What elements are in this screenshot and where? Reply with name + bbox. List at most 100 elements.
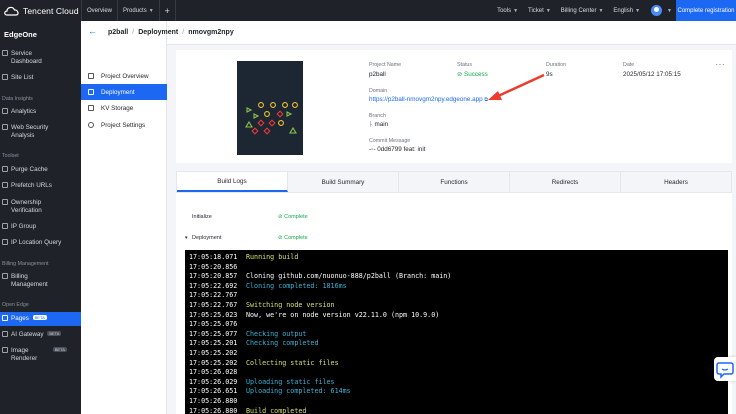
prefetch-icon [2, 182, 8, 188]
nav-tools[interactable]: Tools ▼ [492, 0, 523, 21]
sidebar-item-ai-gateway[interactable]: AI Gateway BETA [0, 331, 81, 339]
subnav-project-settings[interactable]: Project Settings [81, 117, 167, 133]
sidebar-item-web-security[interactable]: Web Security Analysis [0, 124, 81, 139]
check-circle-icon: ⊘ [278, 214, 283, 220]
pages-icon [2, 315, 8, 321]
log-message: Collecting static files [246, 358, 339, 367]
deployment-icon [88, 89, 94, 95]
log-message: Uploading static files [246, 377, 335, 386]
avatar[interactable] [651, 5, 663, 16]
log-line: 17:05:26.028 [189, 368, 237, 377]
log-timestamp: 17:05:20.857 [189, 272, 238, 281]
beta-badge: BETA [47, 331, 62, 336]
tab-headers[interactable]: Headers [621, 172, 731, 192]
verify-icon [2, 199, 8, 205]
log-message: Now, we're on node version v22.11.0 (npm… [246, 310, 440, 319]
nav-plus[interactable]: + [160, 0, 175, 21]
git-branch-icon: ᚿ [369, 121, 373, 128]
sidebar-item-service-dashboard[interactable]: Service Dashboard [0, 50, 81, 65]
log-line: 17:05:22.767 [189, 291, 237, 300]
log-timestamp: 17:05:25.202 [189, 358, 238, 367]
subnav-deployment[interactable]: Deployment [81, 84, 167, 100]
log-message: Switching node version [246, 301, 335, 309]
log-line: 17:05:26.880 [189, 397, 237, 406]
log-message: Build completed [246, 406, 307, 414]
nav-billing[interactable]: Billing Center ▼ [556, 0, 609, 21]
log-line: 17:05:25.076 [189, 320, 237, 329]
log-line: 17:05:25.077 Checking output [189, 329, 306, 339]
sidebar-item-site-list[interactable]: Site List [0, 74, 81, 82]
log-timestamp: 17:05:26.028 [189, 368, 238, 377]
log-line: 17:05:26.029 Uploading static files [189, 378, 335, 387]
sidebar-item-pages[interactable]: Pages BETA [0, 312, 81, 326]
more-options-icon[interactable]: ··· [716, 60, 726, 69]
commit-message-label: Commit Message [369, 138, 411, 144]
log-timestamp: 17:05:26.651 [189, 387, 238, 396]
log-timestamp: 17:05:22.692 [189, 281, 238, 290]
check-circle-icon: ⊘ [278, 235, 283, 241]
shield-icon [2, 124, 8, 130]
ip-group-icon [2, 223, 8, 229]
breadcrumb-deployment-id: nmovgm2npy [188, 29, 234, 36]
log-line: 17:05:25.201 Checking completed [189, 339, 318, 348]
log-message: Cloning github.com/nuonuo-888/p2ball (Br… [246, 272, 452, 281]
step-initialize[interactable]: Initialize ⊘ Complete [176, 210, 732, 224]
step-deployment[interactable]: ▾ Deployment ⊘ Complete [176, 231, 732, 245]
ai-gateway-icon [2, 331, 8, 337]
branch-value: ᚿ main [369, 121, 389, 128]
sidebar-item-ip-location[interactable]: IP Location Query [0, 239, 81, 247]
log-line: 17:05:20.856 [189, 263, 237, 272]
log-line: 17:05:25.202 Collecting static files [189, 358, 339, 368]
tab-build-logs[interactable]: Build Logs [177, 172, 288, 192]
log-timestamp: 17:05:26.880 [189, 397, 238, 405]
log-timestamp: 17:05:22.767 [189, 291, 238, 300]
sidebar-item-image-renderer[interactable]: Image Renderer BETA [0, 347, 81, 362]
log-timestamp: 17:05:25.023 [189, 310, 238, 319]
sidebar-item-prefetch[interactable]: Prefetch URLs [0, 182, 81, 190]
subnav-kv-storage[interactable]: KV Storage [81, 100, 167, 116]
sidebar-item-ownership[interactable]: Ownership Verification [0, 199, 81, 214]
complete-registration-button[interactable]: Complete registration [676, 0, 736, 21]
brand[interactable]: Tencent Cloud [0, 0, 82, 21]
log-line: 17:05:22.767 Switching node version [189, 301, 335, 310]
nav-products[interactable]: Products ▼ [118, 0, 159, 21]
breadcrumb-project-link[interactable]: p2ball [108, 29, 128, 36]
deployment-preview-thumbnail[interactable] [237, 61, 303, 155]
deployment-tabs: Build Logs Build Summary Functions Redir… [176, 171, 732, 193]
project-subnav: ← Project Overview Deployment KV Storage… [81, 21, 167, 414]
image-icon [2, 347, 8, 353]
project-name-label: Project Name [369, 62, 402, 68]
branch-label: Branch [369, 113, 386, 119]
tab-build-summary[interactable]: Build Summary [288, 172, 399, 192]
sidebar-item-analytics[interactable]: Analytics [0, 108, 81, 116]
log-line: 17:05:22.692 Cloning completed: 1816ms [189, 281, 347, 291]
storage-icon [88, 105, 94, 111]
sidebar-item-ip-group[interactable]: IP Group [0, 223, 81, 231]
sidebar-item-billing[interactable]: Billing Management [0, 273, 81, 288]
nav-language[interactable]: English ▼ [608, 0, 645, 21]
chat-support-button[interactable] [714, 357, 736, 381]
chevron-down-icon: ▾ [185, 235, 188, 241]
tab-functions[interactable]: Functions [399, 172, 510, 192]
log-timestamp: 17:05:22.767 [189, 301, 238, 309]
build-log-terminal[interactable]: 17:05:18.071 Running build 17:05:20.856 17:… [185, 250, 728, 414]
domain-link[interactable]: https://p2ball-nmovgm2npy.edgeone.app ⧉ [369, 96, 488, 103]
breadcrumb-section[interactable]: Deployment [138, 29, 178, 36]
tab-redirects[interactable]: Redirects [510, 172, 621, 192]
sidebar-item-purge-cache[interactable]: Purge Cache [0, 166, 81, 174]
log-message: Running build [246, 253, 299, 261]
log-line: 17:05:25.023 Now, we're on node version v… [189, 310, 439, 320]
list-icon [2, 74, 8, 80]
subnav-project-overview[interactable]: Project Overview [81, 68, 167, 84]
nav-ticket[interactable]: Ticket ▼ [523, 0, 556, 21]
date-value: 2025/05/12 17:05:15 [623, 71, 681, 78]
duration-label: Duration [546, 62, 567, 68]
log-line: 17:05:26.651 Uploading completed: 614ms [189, 387, 351, 396]
log-line: 17:05:26.880 Build completed [189, 407, 306, 414]
nav-overview[interactable]: Overview [82, 0, 117, 21]
back-arrow-icon[interactable]: ← [88, 26, 97, 36]
check-circle-icon: ⊘ [457, 71, 463, 78]
log-timestamp: 17:05:25.077 [189, 329, 238, 338]
chevron-down-icon: ▼ [513, 7, 519, 14]
chevron-down-icon[interactable]: ▼ [667, 8, 672, 14]
